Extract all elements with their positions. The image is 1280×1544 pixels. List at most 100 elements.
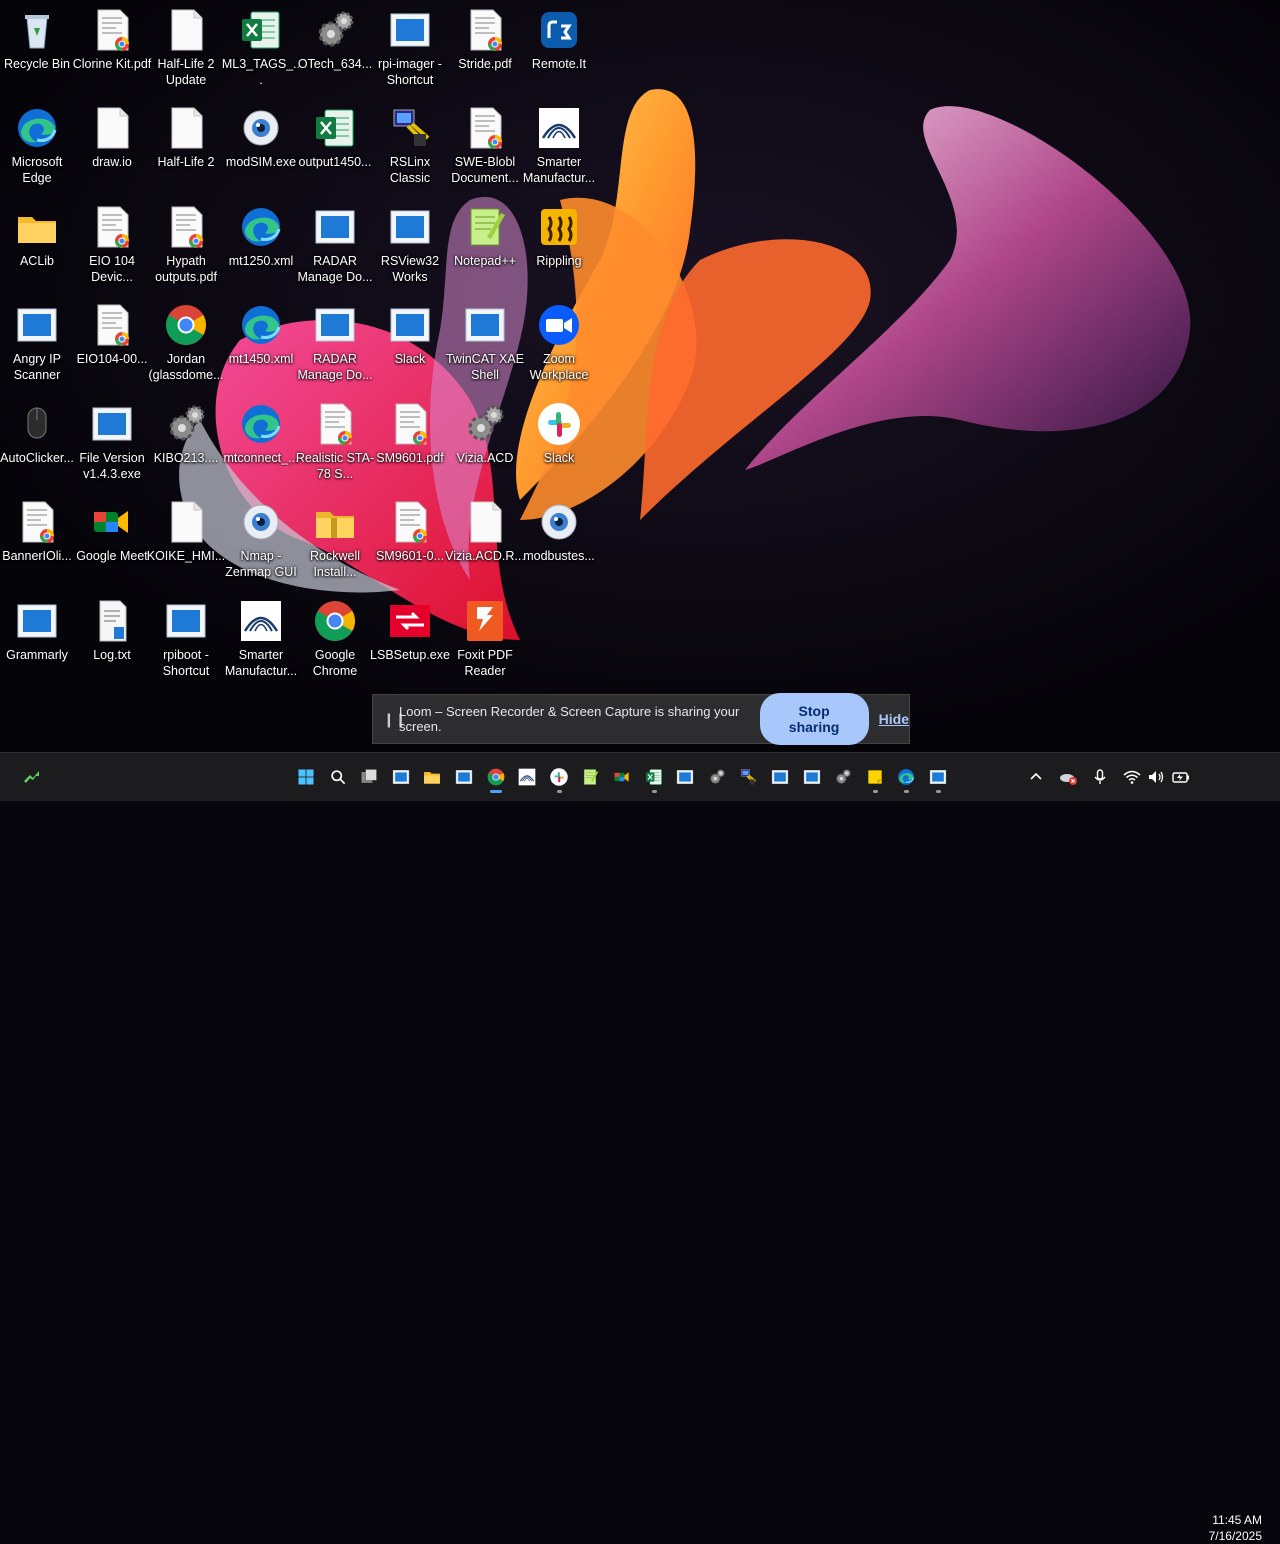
desktop-icon[interactable]: Vizia.ACD <box>448 396 522 488</box>
desktop-icon[interactable]: RSView32 Works <box>373 199 447 291</box>
desktop-icon[interactable]: Foxit PDF Reader <box>448 593 522 685</box>
desktop-icon[interactable]: AutoClicker... <box>0 396 74 488</box>
desktop-icon-label: Half-Life 2 Update <box>157 57 215 87</box>
desktop-icon[interactable]: mt1450.xml <box>224 297 298 389</box>
desktop-icon-label: Zoom Workplace <box>529 352 589 382</box>
taskbar-task-view-icon[interactable] <box>354 761 384 793</box>
desktop-icon[interactable]: Nmap - Zenmap GUI <box>224 494 298 586</box>
desktop-icon[interactable]: Stride.pdf <box>448 2 522 94</box>
desktop-icon[interactable]: Slack <box>373 297 447 389</box>
excel-icon <box>311 104 359 152</box>
hide-link[interactable]: Hide <box>879 711 909 727</box>
stop-sharing-button[interactable]: Stop sharing <box>759 693 869 745</box>
desktop-icon[interactable]: Grammarly <box>0 593 74 685</box>
taskbar-edge-icon[interactable] <box>891 761 921 793</box>
desktop-icon[interactable]: Slack <box>522 396 596 488</box>
desktop-icon[interactable]: EIO 104 Devic... <box>75 199 149 291</box>
taskbar-file-explorer-icon[interactable] <box>417 761 447 793</box>
desktop-icon[interactable]: OTech_634... <box>298 2 372 94</box>
desktop-icon[interactable]: Google Chrome <box>298 593 372 685</box>
drag-handle-icon[interactable]: ❙❙ <box>383 711 406 728</box>
widgets-icon[interactable] <box>17 761 47 793</box>
desktop-icon[interactable]: Half-Life 2 Update <box>149 2 223 94</box>
blank-file-icon <box>162 104 210 152</box>
desktop-icon[interactable]: mtconnect_... <box>223 396 299 488</box>
desktop-icon[interactable]: rpiboot - Shortcut <box>149 593 223 685</box>
desktop-icon[interactable]: Smarter Manufactur... <box>224 593 298 685</box>
desktop-icon[interactable]: SM9601.pdf <box>373 396 447 488</box>
desktop-icon[interactable]: Clorine Kit.pdf <box>73 2 151 94</box>
desktop-icon[interactable]: Remote.It <box>522 2 596 94</box>
desktop-icon[interactable]: Jordan (glassdome... <box>148 297 224 389</box>
taskbar-gears-icon[interactable] <box>828 761 858 793</box>
desktop-icon[interactable]: output1450... <box>298 100 372 192</box>
desktop-icon[interactable]: mt1250.xml <box>224 199 298 291</box>
taskbar-google-meet-icon[interactable] <box>607 761 637 793</box>
desktop-icon[interactable]: TwinCAT XAE Shell <box>446 297 524 389</box>
desktop-icon[interactable]: ML3_TAGS_... <box>222 2 300 94</box>
notepadpp-icon <box>461 203 509 251</box>
desktop-icon[interactable]: draw.io <box>75 100 149 192</box>
taskbar-windows-start-icon[interactable] <box>291 761 321 793</box>
desktop-icon[interactable]: File Version v1.4.3.exe <box>75 396 149 488</box>
desktop-icon[interactable]: Rockwell Install... <box>298 494 372 586</box>
system-clock[interactable]: 11:45 AM 7/16/2025 <box>1209 1512 1262 1544</box>
desktop-icon[interactable]: RADAR Manage Do... <box>297 297 373 389</box>
desktop-icon[interactable]: modSIM.exe <box>224 100 298 192</box>
desktop-icon[interactable]: RSLinx Classic <box>373 100 447 192</box>
taskbar-notepadpp-icon[interactable] <box>575 761 605 793</box>
taskbar-rslinx-icon[interactable] <box>733 761 763 793</box>
desktop-icon[interactable]: Smarter Manufactur... <box>522 100 596 192</box>
gears-icon <box>461 400 509 448</box>
desktop-icon[interactable]: BannerIOli... <box>0 494 74 586</box>
desktop-icon[interactable]: Realistic STA-78 S... <box>296 396 374 488</box>
battery-charging-icon[interactable] <box>1166 761 1196 793</box>
taskbar-gears-icon[interactable] <box>702 761 732 793</box>
taskbar-chrome-icon[interactable] <box>481 761 511 793</box>
running-indicator <box>873 790 878 793</box>
microphone-icon[interactable] <box>1085 761 1115 793</box>
taskbar-app-window-icon[interactable] <box>670 761 700 793</box>
desktop-icon-label: Vizia.ACD <box>456 451 514 465</box>
desktop-icon[interactable]: Zoom Workplace <box>522 297 596 389</box>
app-window-icon <box>386 301 434 349</box>
app-window-icon <box>386 6 434 54</box>
desktop-icon[interactable]: Hypath outputs.pdf <box>149 199 223 291</box>
taskbar-arch-logo-icon[interactable] <box>512 761 542 793</box>
excel-icon <box>237 6 285 54</box>
desktop-icon[interactable]: Rippling <box>522 199 596 291</box>
taskbar-app-window-icon[interactable] <box>386 761 416 793</box>
desktop-icon[interactable]: SWE-Blobl Document... <box>448 100 522 192</box>
desktop-icon[interactable]: Recycle Bin <box>0 2 74 94</box>
desktop-icon[interactable]: Vizia.ACD.R... <box>445 494 525 586</box>
taskbar-app-window-icon[interactable] <box>449 761 479 793</box>
taskbar-excel-icon[interactable] <box>639 761 669 793</box>
desktop-icon[interactable]: LSBSetup.exe <box>370 593 450 685</box>
desktop-icon[interactable]: Google Meet <box>75 494 149 586</box>
desktop-icon[interactable]: RADAR Manage Do... <box>297 199 373 291</box>
desktop-icon[interactable]: Notepad++ <box>448 199 522 291</box>
desktop-icon[interactable]: EIO104-00... <box>75 297 149 389</box>
pdf-chrome-icon <box>461 104 509 152</box>
desktop-icon[interactable]: ACLib <box>0 199 74 291</box>
taskbar-app-window-icon[interactable] <box>765 761 795 793</box>
desktop-icon[interactable]: SM9601-0... <box>373 494 447 586</box>
desktop-icon-label: SWE-Blobl Document... <box>451 155 519 185</box>
taskbar-sticky-notes-icon[interactable] <box>860 761 890 793</box>
desktop-icon[interactable]: modbustes... <box>522 494 596 586</box>
desktop-icon[interactable]: Half-Life 2 <box>149 100 223 192</box>
desktop-icon[interactable]: Log.txt <box>75 593 149 685</box>
desktop-icon[interactable]: KOIKE_HMI... <box>147 494 225 586</box>
desktop-icon[interactable]: Angry IP Scanner <box>0 297 74 389</box>
taskbar-app-window-icon[interactable] <box>797 761 827 793</box>
desktop-icon[interactable]: KIBO213.... <box>149 396 223 488</box>
desktop-icon-label: BannerIOli... <box>2 549 72 563</box>
taskbar-app-window-icon[interactable] <box>923 761 953 793</box>
chevron-up-icon[interactable] <box>1021 761 1051 793</box>
desktop-icon[interactable]: rpi-imager - Shortcut <box>373 2 447 94</box>
running-indicator <box>936 790 941 793</box>
taskbar-search-icon[interactable] <box>323 761 353 793</box>
taskbar-slack-icon[interactable] <box>544 761 574 793</box>
desktop-icon[interactable]: Microsoft Edge <box>0 100 74 192</box>
onedrive-error-icon[interactable] <box>1053 761 1083 793</box>
